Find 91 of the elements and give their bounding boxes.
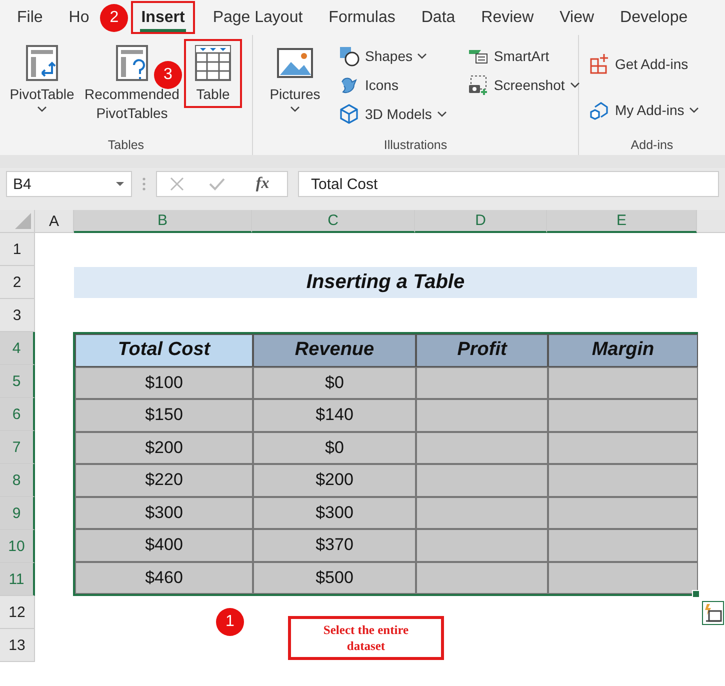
row-header[interactable]: 8 bbox=[0, 464, 35, 497]
table-header-cell[interactable]: Revenue bbox=[253, 334, 416, 366]
callout-note: Select the entire dataset bbox=[288, 616, 444, 660]
table-cell[interactable]: $300 bbox=[75, 496, 253, 529]
ribbon-tab[interactable]: Develope bbox=[611, 0, 697, 35]
ribbon-tab[interactable]: View bbox=[550, 0, 604, 35]
column-header[interactable]: C bbox=[252, 210, 415, 233]
table-cell[interactable] bbox=[548, 496, 698, 529]
row-header[interactable]: 7 bbox=[0, 431, 35, 464]
table-cell[interactable]: $0 bbox=[253, 366, 416, 399]
insert-function-button[interactable]: fx bbox=[250, 174, 276, 194]
fill-handle[interactable] bbox=[692, 590, 700, 598]
ribbon-tab[interactable]: Formulas bbox=[320, 0, 404, 35]
ribbon-button[interactable]: Table bbox=[186, 41, 240, 106]
ribbon-button[interactable]: Screenshot bbox=[464, 70, 583, 99]
table-cell[interactable] bbox=[416, 496, 548, 529]
table-header-cell[interactable]: Margin bbox=[548, 334, 698, 366]
row-header[interactable]: 2 bbox=[0, 266, 35, 299]
quick-analysis-icon[interactable] bbox=[702, 600, 724, 624]
table-icon bbox=[193, 43, 233, 83]
table-cell[interactable]: $100 bbox=[75, 366, 253, 399]
table-cell[interactable] bbox=[416, 562, 548, 594]
ribbon-button[interactable]: Pictures bbox=[259, 41, 331, 114]
ribbon-button[interactable]: Get Add-ins bbox=[585, 41, 702, 87]
group-label: Tables bbox=[106, 138, 146, 154]
models-icon bbox=[338, 102, 360, 124]
group-label: Add-ins bbox=[630, 138, 674, 154]
ribbon-button[interactable]: Icons bbox=[335, 70, 450, 99]
caret-icon bbox=[115, 181, 125, 187]
column-header[interactable]: D bbox=[415, 210, 547, 233]
formula-field[interactable]: Total Cost bbox=[298, 171, 719, 197]
table-cell[interactable]: $0 bbox=[253, 432, 416, 464]
row-header[interactable]: 1 bbox=[0, 233, 35, 266]
table-cell[interactable]: $460 bbox=[75, 562, 253, 594]
row-header[interactable]: 13 bbox=[0, 629, 35, 662]
row-header[interactable]: 9 bbox=[0, 497, 35, 530]
table-cell[interactable]: $200 bbox=[75, 432, 253, 464]
table-cell[interactable] bbox=[548, 464, 698, 496]
grip-icon bbox=[142, 176, 146, 192]
table-cell[interactable] bbox=[548, 399, 698, 432]
row-header[interactable]: 3 bbox=[0, 299, 35, 332]
column-header[interactable]: E bbox=[547, 210, 697, 233]
table-cell[interactable] bbox=[548, 562, 698, 594]
step-badge: 2 bbox=[100, 4, 128, 32]
row-header[interactable]: 5 bbox=[0, 365, 35, 398]
ribbon-button[interactable]: PivotTable bbox=[6, 41, 78, 114]
column-header[interactable]: B bbox=[74, 210, 252, 233]
table-cell[interactable]: $200 bbox=[253, 464, 416, 496]
table-header-cell[interactable]: Profit bbox=[416, 334, 548, 366]
close-icon[interactable] bbox=[168, 176, 185, 192]
table-cell[interactable] bbox=[416, 399, 548, 432]
table-header-cell[interactable]: Total Cost bbox=[75, 334, 253, 366]
screenshot-icon bbox=[466, 74, 489, 96]
table-cell[interactable] bbox=[548, 529, 698, 562]
step-badge: 3 bbox=[154, 61, 182, 89]
ribbon-button[interactable]: My Add-ins bbox=[585, 87, 702, 133]
table-cell[interactable]: $300 bbox=[253, 496, 416, 529]
ribbon-button[interactable]: Shapes bbox=[335, 41, 450, 70]
ribbon-tab[interactable]: Page Layout bbox=[204, 0, 312, 35]
ribbon-button[interactable]: 3D Models bbox=[335, 99, 450, 128]
table-cell[interactable] bbox=[416, 464, 548, 496]
row-header[interactable]: 10 bbox=[0, 530, 35, 563]
ribbon-button[interactable]: SmartArt bbox=[464, 41, 583, 70]
ribbon-tab[interactable]: Data bbox=[412, 0, 464, 35]
row-header[interactable]: 12 bbox=[0, 596, 35, 629]
ribbon-tab[interactable]: File bbox=[8, 0, 52, 35]
step-badge: 1 bbox=[216, 608, 244, 636]
ribbon-tab[interactable]: Review bbox=[472, 0, 543, 35]
table-cell[interactable]: $220 bbox=[75, 464, 253, 496]
row-header[interactable]: 4 bbox=[0, 332, 35, 365]
table-cell[interactable]: $150 bbox=[75, 399, 253, 432]
table-cell[interactable]: $370 bbox=[253, 529, 416, 562]
column-header[interactable]: A bbox=[35, 210, 74, 233]
checkmark-icon[interactable] bbox=[208, 176, 226, 192]
shapes-icon bbox=[338, 44, 360, 66]
group-label: Illustrations bbox=[382, 138, 448, 154]
table-cell[interactable] bbox=[416, 529, 548, 562]
select-all-icon[interactable] bbox=[15, 213, 31, 229]
name-box[interactable]: B4 bbox=[6, 171, 132, 197]
table-cell[interactable] bbox=[548, 366, 698, 399]
ribbon-tab[interactable]: Insert bbox=[130, 0, 196, 35]
row-header[interactable]: 11 bbox=[0, 563, 35, 596]
ribbon-tab[interactable]: Ho bbox=[60, 0, 98, 35]
table-cell[interactable] bbox=[416, 366, 548, 399]
table-cell[interactable] bbox=[548, 432, 698, 464]
table-cell[interactable] bbox=[416, 432, 548, 464]
sheet-title: Inserting a Table bbox=[74, 267, 697, 298]
row-header[interactable]: 6 bbox=[0, 398, 35, 431]
table-cell[interactable]: $140 bbox=[253, 399, 416, 432]
table-cell[interactable]: $400 bbox=[75, 529, 253, 562]
table-cell[interactable]: $500 bbox=[253, 562, 416, 594]
